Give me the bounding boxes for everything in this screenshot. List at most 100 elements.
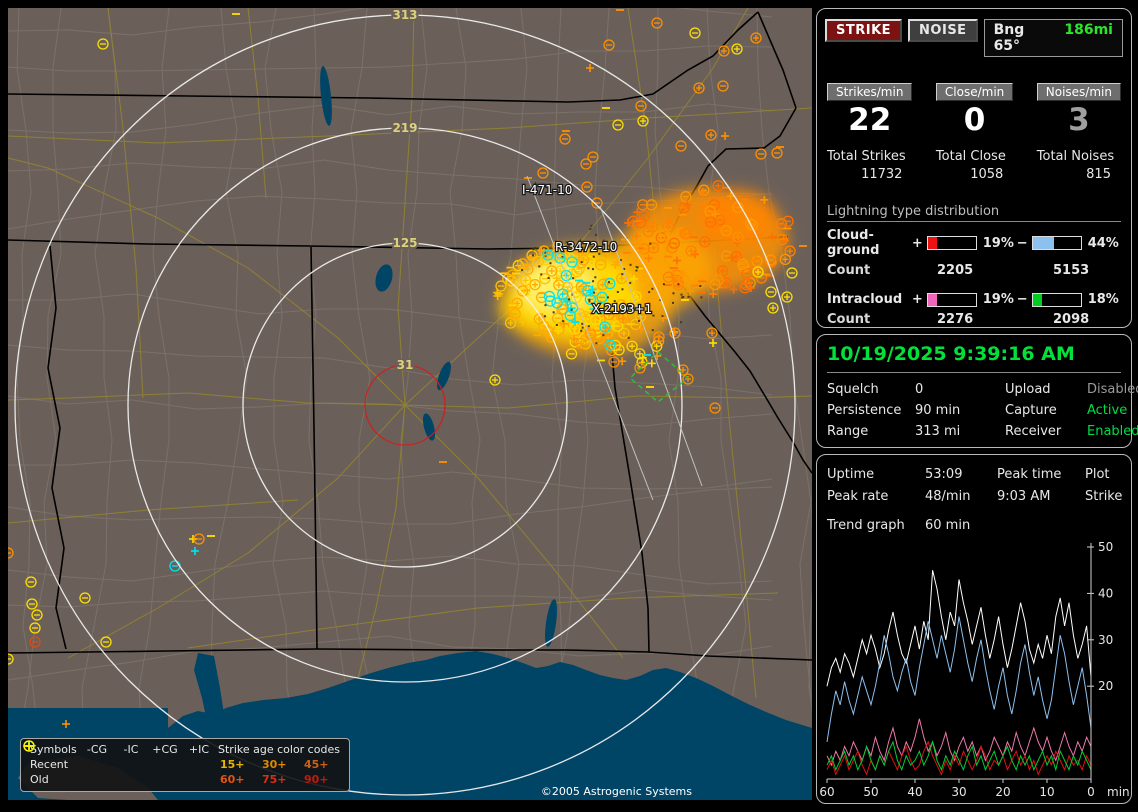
x-tick-label: 50 <box>863 785 878 799</box>
receiver-value: Enabled <box>1087 424 1138 439</box>
cg-pos-bar <box>927 236 977 251</box>
uptime-value: 53:09 <box>925 467 963 482</box>
legend-header-nic: -IC <box>123 743 139 756</box>
squelch-label: Squelch <box>827 382 879 397</box>
map-canvas: 313 219 125 31 I-471-10 R-3472-10 X-2193+1 <box>8 8 812 800</box>
total-noises-value: 815 <box>1086 167 1111 183</box>
chart-series-cloud-ground-neg <box>826 616 1092 742</box>
total-strikes-value: 11732 <box>861 167 903 183</box>
x-axis-unit: min <box>1107 785 1130 799</box>
age-code: 75+ <box>261 773 287 786</box>
close-per-min-chip[interactable]: Close/min <box>935 83 1014 101</box>
ic-neg-count: 2098 <box>1053 312 1090 328</box>
minus-sign: − <box>1016 292 1028 308</box>
copyright-text: ©2005 Astrogenic Systems <box>540 785 692 798</box>
y-tick-label: 30 <box>1098 633 1113 647</box>
x-tick-label: 20 <box>995 785 1010 799</box>
age-code: 15+ <box>220 758 245 771</box>
peak-time-label: Peak time <box>997 467 1062 482</box>
total-noises-label: Total Noises <box>1036 149 1115 165</box>
cloud-ground-row: Cloud-ground + 19% − 44% <box>827 228 1121 258</box>
plus-sign: + <box>911 292 923 308</box>
legend-header-ncg: -CG <box>86 743 108 756</box>
legend-header-age: Strike age color codes <box>218 743 340 756</box>
storm-cell-label: I-471-10 <box>522 183 572 197</box>
x-tick-label: 10 <box>1039 785 1054 799</box>
trend-chart: 50 40 30 20 60 50 40 30 20 10 0 min <box>819 540 1130 799</box>
range-ring-label: 125 <box>392 236 417 250</box>
minus-cg-old-icon <box>23 740 114 787</box>
cg-neg-pct: 44% <box>1087 235 1119 251</box>
chart-series-strikes-total <box>826 570 1092 687</box>
minus-sign: − <box>1016 235 1028 251</box>
plus-ic-recent-icon <box>24 741 216 772</box>
ic-neg-bar <box>1032 292 1082 307</box>
plus-cg-old-icon <box>23 740 182 787</box>
legend-header-pcg: +CG <box>152 743 178 756</box>
plus-ic-old-icon <box>24 741 216 787</box>
distribution-title: Lightning type distribution <box>827 204 1121 223</box>
status-panel: 10/19/2025 9:39:16 AM Squelch 0 Upload D… <box>816 334 1138 448</box>
age-code: 45+ <box>303 758 329 771</box>
rates-panel: STRIKE NOISE Bng 65° 186mi Strikes/min 2… <box>816 8 1132 328</box>
intracloud-label: Intracloud <box>827 292 903 308</box>
uptime-label: Uptime <box>827 467 875 482</box>
minus-cg-recent-icon <box>23 740 114 772</box>
strike-button[interactable]: STRIKE <box>825 19 903 42</box>
capture-label: Capture <box>1005 403 1057 418</box>
plot-value: Strike <box>1085 489 1123 504</box>
noises-per-min-value: 3 <box>1068 102 1090 138</box>
noises-per-min-chip[interactable]: Noises/min <box>1036 83 1121 101</box>
age-code: 60+ <box>220 773 245 786</box>
cg-count-label: Count <box>827 263 871 279</box>
app-window: { "header": {"strike_btn":"STRIKE","nois… <box>0 0 1138 812</box>
y-tick-label: 20 <box>1098 679 1113 693</box>
peak-time-value: 9:03 AM <box>997 489 1051 504</box>
squelch-value: 0 <box>915 382 924 397</box>
y-tick-label: 40 <box>1098 586 1113 600</box>
cg-pos-pct: 19% <box>982 235 1014 251</box>
ic-pos-count: 2276 <box>937 312 974 328</box>
strikes-per-min-value: 22 <box>848 102 892 138</box>
intracloud-count-row: Count 2276 2098 <box>827 312 1121 327</box>
ic-pos-bar <box>927 292 977 307</box>
x-tick-label: 40 <box>907 785 922 799</box>
close-per-min-value: 0 <box>963 102 986 138</box>
bearing-readout: Bng 65° 186mi <box>983 19 1123 57</box>
legend-recent-label: Recent <box>30 758 69 771</box>
range-ring-label: 313 <box>392 8 417 22</box>
peak-rate-label: Peak rate <box>827 489 889 504</box>
noise-button[interactable]: NOISE <box>908 19 978 42</box>
close-column: Close/min 0 Total Close 1058 <box>935 83 1014 183</box>
noises-column: Noises/min 3 Total Noises 815 <box>1036 83 1121 183</box>
range-label: Range <box>827 424 869 439</box>
range-ring-label: 219 <box>392 121 417 135</box>
age-code: 30+ <box>261 758 287 771</box>
x-tick-label: 60 <box>819 785 834 799</box>
minus-ic-recent-icon <box>24 745 148 772</box>
minus-ic-old-icon <box>24 745 148 787</box>
range-ring-label: 31 <box>397 358 414 372</box>
ic-count-label: Count <box>827 312 871 328</box>
x-tick-label: 30 <box>951 785 966 799</box>
total-close-label: Total Close <box>935 149 1006 165</box>
bearing-distance: 186mi <box>1064 22 1113 38</box>
plus-sign: + <box>911 235 923 251</box>
persistence-label: Persistence <box>827 403 902 418</box>
lightning-map[interactable]: 313 219 125 31 I-471-10 R-3472-10 X-2193+1 Sym… <box>8 8 812 800</box>
datetime-display: 10/19/2025 9:39:16 AM <box>827 343 1121 373</box>
bearing-label: Bng 65° <box>993 22 1025 54</box>
strikes-per-min-chip[interactable]: Strikes/min <box>827 83 913 101</box>
range-value: 313 mi <box>915 424 961 439</box>
x-tick-label: 0 <box>1087 785 1095 799</box>
chart-series-intracloud-pos <box>826 718 1092 767</box>
plus-cg-recent-icon <box>23 740 182 772</box>
cloud-ground-count-row: Count 2205 5153 <box>827 263 1121 278</box>
total-close-value: 1058 <box>970 167 1004 183</box>
trend-graph-label: Trend graph <box>827 518 905 533</box>
receiver-label: Receiver <box>1005 424 1062 439</box>
legend-old-label: Old <box>30 773 49 786</box>
storm-cell-label: X-2193+1 <box>592 302 652 316</box>
symbols-legend: Symbols -CG -IC +CG +IC Strike age color… <box>20 738 350 792</box>
cg-neg-count: 5153 <box>1053 263 1090 279</box>
